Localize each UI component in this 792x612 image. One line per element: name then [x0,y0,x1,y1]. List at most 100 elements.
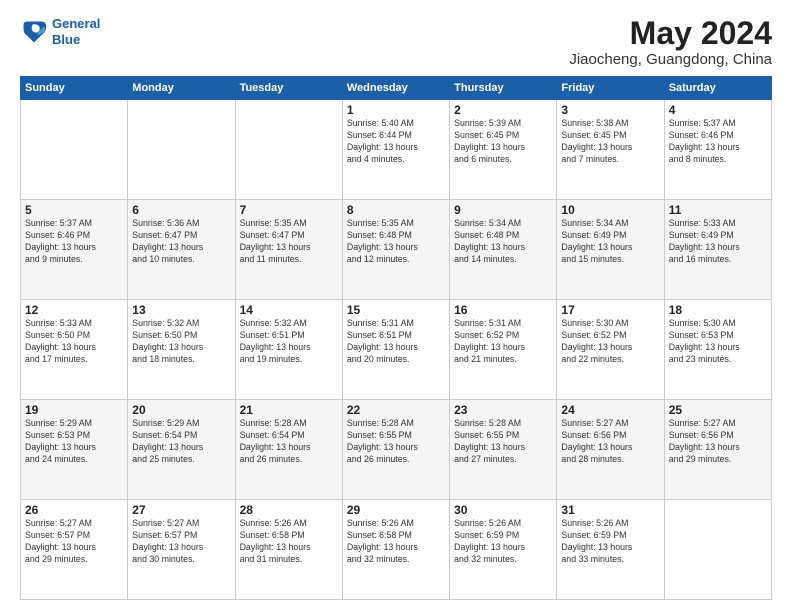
calendar-cell: 26Sunrise: 5:27 AM Sunset: 6:57 PM Dayli… [21,500,128,600]
day-info: Sunrise: 5:26 AM Sunset: 6:59 PM Dayligh… [561,518,659,566]
day-info: Sunrise: 5:26 AM Sunset: 6:58 PM Dayligh… [347,518,445,566]
calendar-cell: 21Sunrise: 5:28 AM Sunset: 6:54 PM Dayli… [235,400,342,500]
logo-line1: General [52,16,100,31]
calendar-cell: 15Sunrise: 5:31 AM Sunset: 6:51 PM Dayli… [342,300,449,400]
calendar-cell [664,500,771,600]
day-number: 31 [561,503,659,517]
header-row: Sunday Monday Tuesday Wednesday Thursday… [21,77,772,100]
day-info: Sunrise: 5:27 AM Sunset: 6:57 PM Dayligh… [25,518,123,566]
day-number: 10 [561,203,659,217]
day-info: Sunrise: 5:34 AM Sunset: 6:48 PM Dayligh… [454,218,552,266]
week-row-4: 19Sunrise: 5:29 AM Sunset: 6:53 PM Dayli… [21,400,772,500]
calendar-cell: 4Sunrise: 5:37 AM Sunset: 6:46 PM Daylig… [664,100,771,200]
calendar-cell: 17Sunrise: 5:30 AM Sunset: 6:52 PM Dayli… [557,300,664,400]
day-number: 15 [347,303,445,317]
day-number: 20 [132,403,230,417]
calendar-cell: 16Sunrise: 5:31 AM Sunset: 6:52 PM Dayli… [450,300,557,400]
calendar-cell: 13Sunrise: 5:32 AM Sunset: 6:50 PM Dayli… [128,300,235,400]
calendar-header: Sunday Monday Tuesday Wednesday Thursday… [21,77,772,100]
day-number: 22 [347,403,445,417]
calendar-cell: 20Sunrise: 5:29 AM Sunset: 6:54 PM Dayli… [128,400,235,500]
day-info: Sunrise: 5:36 AM Sunset: 6:47 PM Dayligh… [132,218,230,266]
calendar-body: 1Sunrise: 5:40 AM Sunset: 6:44 PM Daylig… [21,100,772,600]
day-number: 23 [454,403,552,417]
day-number: 3 [561,103,659,117]
day-number: 2 [454,103,552,117]
week-row-3: 12Sunrise: 5:33 AM Sunset: 6:50 PM Dayli… [21,300,772,400]
calendar-cell: 5Sunrise: 5:37 AM Sunset: 6:46 PM Daylig… [21,200,128,300]
day-info: Sunrise: 5:37 AM Sunset: 6:46 PM Dayligh… [25,218,123,266]
day-number: 25 [669,403,767,417]
day-number: 30 [454,503,552,517]
day-info: Sunrise: 5:30 AM Sunset: 6:53 PM Dayligh… [669,318,767,366]
day-info: Sunrise: 5:30 AM Sunset: 6:52 PM Dayligh… [561,318,659,366]
day-number: 13 [132,303,230,317]
calendar-cell: 19Sunrise: 5:29 AM Sunset: 6:53 PM Dayli… [21,400,128,500]
calendar-cell: 3Sunrise: 5:38 AM Sunset: 6:45 PM Daylig… [557,100,664,200]
day-info: Sunrise: 5:34 AM Sunset: 6:49 PM Dayligh… [561,218,659,266]
day-number: 8 [347,203,445,217]
day-info: Sunrise: 5:31 AM Sunset: 6:52 PM Dayligh… [454,318,552,366]
week-row-1: 1Sunrise: 5:40 AM Sunset: 6:44 PM Daylig… [21,100,772,200]
calendar-table: Sunday Monday Tuesday Wednesday Thursday… [20,76,772,600]
col-monday: Monday [128,77,235,100]
day-info: Sunrise: 5:32 AM Sunset: 6:51 PM Dayligh… [240,318,338,366]
week-row-2: 5Sunrise: 5:37 AM Sunset: 6:46 PM Daylig… [21,200,772,300]
calendar-cell: 18Sunrise: 5:30 AM Sunset: 6:53 PM Dayli… [664,300,771,400]
calendar-cell: 11Sunrise: 5:33 AM Sunset: 6:49 PM Dayli… [664,200,771,300]
calendar-cell: 27Sunrise: 5:27 AM Sunset: 6:57 PM Dayli… [128,500,235,600]
calendar-cell: 24Sunrise: 5:27 AM Sunset: 6:56 PM Dayli… [557,400,664,500]
day-number: 24 [561,403,659,417]
day-info: Sunrise: 5:33 AM Sunset: 6:49 PM Dayligh… [669,218,767,266]
col-wednesday: Wednesday [342,77,449,100]
day-info: Sunrise: 5:28 AM Sunset: 6:54 PM Dayligh… [240,418,338,466]
day-info: Sunrise: 5:27 AM Sunset: 6:57 PM Dayligh… [132,518,230,566]
calendar-cell: 12Sunrise: 5:33 AM Sunset: 6:50 PM Dayli… [21,300,128,400]
calendar-cell [21,100,128,200]
calendar-cell [128,100,235,200]
page: General Blue May 2024 Jiaocheng, Guangdo… [0,0,792,612]
day-info: Sunrise: 5:39 AM Sunset: 6:45 PM Dayligh… [454,118,552,166]
day-info: Sunrise: 5:28 AM Sunset: 6:55 PM Dayligh… [454,418,552,466]
day-number: 16 [454,303,552,317]
calendar-cell: 8Sunrise: 5:35 AM Sunset: 6:48 PM Daylig… [342,200,449,300]
day-info: Sunrise: 5:28 AM Sunset: 6:55 PM Dayligh… [347,418,445,466]
day-number: 12 [25,303,123,317]
day-number: 18 [669,303,767,317]
day-info: Sunrise: 5:32 AM Sunset: 6:50 PM Dayligh… [132,318,230,366]
day-info: Sunrise: 5:33 AM Sunset: 6:50 PM Dayligh… [25,318,123,366]
day-info: Sunrise: 5:29 AM Sunset: 6:54 PM Dayligh… [132,418,230,466]
col-friday: Friday [557,77,664,100]
calendar-cell: 22Sunrise: 5:28 AM Sunset: 6:55 PM Dayli… [342,400,449,500]
calendar-cell: 7Sunrise: 5:35 AM Sunset: 6:47 PM Daylig… [235,200,342,300]
header: General Blue May 2024 Jiaocheng, Guangdo… [20,16,772,68]
calendar-cell: 28Sunrise: 5:26 AM Sunset: 6:58 PM Dayli… [235,500,342,600]
day-number: 14 [240,303,338,317]
day-info: Sunrise: 5:37 AM Sunset: 6:46 PM Dayligh… [669,118,767,166]
day-number: 28 [240,503,338,517]
day-info: Sunrise: 5:35 AM Sunset: 6:47 PM Dayligh… [240,218,338,266]
calendar-cell: 10Sunrise: 5:34 AM Sunset: 6:49 PM Dayli… [557,200,664,300]
col-tuesday: Tuesday [235,77,342,100]
calendar-cell: 2Sunrise: 5:39 AM Sunset: 6:45 PM Daylig… [450,100,557,200]
calendar-cell: 25Sunrise: 5:27 AM Sunset: 6:56 PM Dayli… [664,400,771,500]
day-number: 17 [561,303,659,317]
day-number: 1 [347,103,445,117]
col-sunday: Sunday [21,77,128,100]
day-number: 26 [25,503,123,517]
day-info: Sunrise: 5:29 AM Sunset: 6:53 PM Dayligh… [25,418,123,466]
calendar-cell: 6Sunrise: 5:36 AM Sunset: 6:47 PM Daylig… [128,200,235,300]
day-info: Sunrise: 5:27 AM Sunset: 6:56 PM Dayligh… [669,418,767,466]
col-saturday: Saturday [664,77,771,100]
logo-icon [20,18,48,46]
day-number: 4 [669,103,767,117]
day-number: 21 [240,403,338,417]
day-number: 29 [347,503,445,517]
day-info: Sunrise: 5:31 AM Sunset: 6:51 PM Dayligh… [347,318,445,366]
title-block: May 2024 Jiaocheng, Guangdong, China [569,16,772,68]
calendar-cell: 1Sunrise: 5:40 AM Sunset: 6:44 PM Daylig… [342,100,449,200]
day-number: 11 [669,203,767,217]
day-info: Sunrise: 5:40 AM Sunset: 6:44 PM Dayligh… [347,118,445,166]
day-info: Sunrise: 5:26 AM Sunset: 6:59 PM Dayligh… [454,518,552,566]
day-number: 7 [240,203,338,217]
